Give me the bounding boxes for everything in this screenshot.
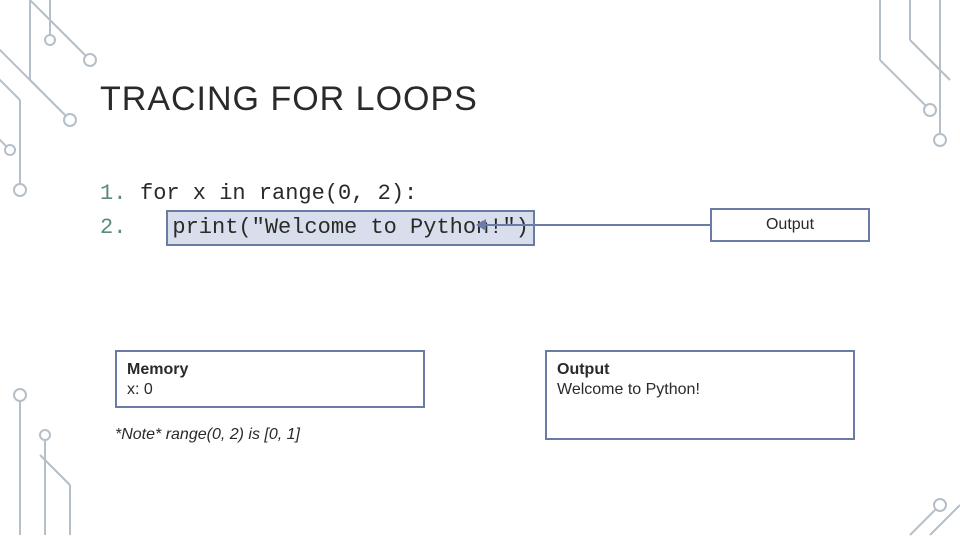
arrow-icon — [478, 224, 710, 226]
circuit-deco-bottom-left — [0, 375, 120, 540]
circuit-deco-top-right — [840, 0, 960, 165]
memory-heading: Memory — [127, 360, 413, 380]
output-box: Output Welcome to Python! — [545, 350, 855, 440]
slide: TRACING FOR LOOPS 1.for x in range(0, 2)… — [0, 0, 960, 540]
slide-title: TRACING FOR LOOPS — [100, 80, 478, 119]
memory-box: Memory x: 0 — [115, 350, 425, 408]
output-label-box: Output — [710, 208, 870, 242]
line-number-2: 2. — [100, 212, 140, 244]
line-number-1: 1. — [100, 178, 140, 210]
code-block: 1.for x in range(0, 2): 2. print("Welcom… — [100, 178, 535, 246]
code-line-2: 2. print("Welcome to Python!") — [100, 210, 535, 246]
output-heading: Output — [557, 360, 843, 380]
memory-content: x: 0 — [127, 380, 413, 400]
output-label-text: Output — [766, 216, 814, 234]
code-line-1: 1.for x in range(0, 2): — [100, 178, 535, 210]
code-text-1: for x in range(0, 2): — [140, 181, 417, 206]
output-content: Welcome to Python! — [557, 380, 843, 400]
circuit-deco-bottom-right — [880, 475, 960, 540]
note-text: *Note* range(0, 2) is [0, 1] — [115, 426, 300, 444]
